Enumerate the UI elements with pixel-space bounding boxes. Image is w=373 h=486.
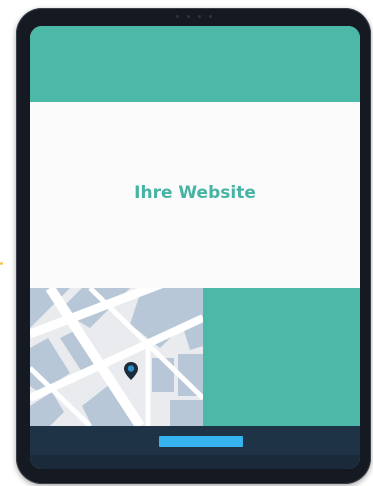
sensor-dot: [197, 15, 201, 18]
hero-title: Ihre Website: [134, 183, 256, 203]
sensor-dot: [175, 15, 179, 18]
hero-section: Ihre Website: [30, 102, 360, 288]
map-illustration: [30, 288, 203, 426]
accent-dot: [0, 262, 3, 265]
footer-bar: [30, 426, 360, 469]
footer-cta-button[interactable]: [159, 436, 243, 447]
teal-content-panel: [203, 288, 360, 426]
header-band: [30, 26, 360, 102]
tablet-device-frame: Ihre Website: [16, 8, 371, 484]
sensor-dot: [186, 15, 190, 18]
map-panel[interactable]: [30, 288, 203, 426]
camera-bar: [175, 15, 212, 18]
sensor-dot: [208, 15, 212, 18]
tablet-screen: Ihre Website: [30, 26, 360, 469]
footer-bottom-strip: [30, 455, 360, 469]
